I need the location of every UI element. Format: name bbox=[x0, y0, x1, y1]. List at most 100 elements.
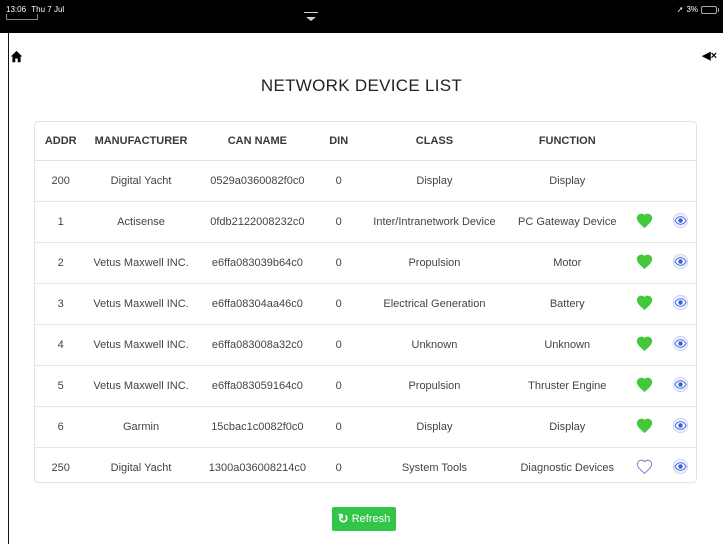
header-favorite-blank bbox=[623, 122, 666, 161]
eye-icon[interactable] bbox=[672, 335, 689, 355]
cell-favorite bbox=[623, 201, 666, 243]
cell-favorite bbox=[623, 160, 666, 202]
header-class: CLASS bbox=[358, 122, 511, 161]
heart-icon[interactable] bbox=[636, 295, 653, 313]
app-logo-fragment bbox=[6, 14, 38, 20]
header-view-blank bbox=[665, 122, 696, 161]
cell-view bbox=[665, 406, 696, 448]
table-body: 200 Digital Yacht 0529a0360082f0c0 0 Display… bbox=[35, 160, 696, 482]
cell-can-name: e6ffa08304aa46c0 bbox=[195, 283, 320, 325]
cell-can-name: 0529a0360082f0c0 bbox=[195, 160, 320, 202]
cell-manufacturer: Garmin bbox=[86, 406, 196, 448]
table-row[interactable]: 3 Vetus Maxwell INC. e6ffa08304aa46c0 0 Elec… bbox=[35, 283, 696, 325]
cell-view bbox=[665, 447, 696, 482]
cell-class: Propulsion bbox=[358, 242, 511, 284]
cell-can-name: e6ffa083039b64c0 bbox=[195, 242, 320, 284]
cell-function: Diagnostic Devices bbox=[510, 447, 624, 482]
eye-icon[interactable] bbox=[672, 294, 689, 314]
cell-favorite bbox=[623, 406, 666, 448]
cell-addr: 6 bbox=[35, 406, 87, 448]
refresh-label: Refresh bbox=[351, 513, 391, 525]
eye-icon[interactable] bbox=[672, 212, 689, 232]
eye-icon[interactable] bbox=[672, 253, 689, 273]
cell-function: Display bbox=[510, 406, 624, 448]
eye-icon[interactable] bbox=[672, 417, 689, 437]
cell-din: 0 bbox=[319, 201, 359, 243]
heart-icon[interactable] bbox=[636, 254, 653, 272]
status-time: 13:06 Thu 7 Jul bbox=[6, 5, 64, 14]
cell-class: Display bbox=[358, 406, 511, 448]
page-title: NETWORK DEVICE LIST bbox=[260, 76, 463, 95]
device-table: ADDR MANUFACTURER CAN NAME DIN CLASS FUN… bbox=[35, 122, 696, 482]
table-row[interactable]: 200 Digital Yacht 0529a0360082f0c0 0 Display… bbox=[35, 160, 696, 202]
cell-function: Unknown bbox=[510, 324, 624, 366]
cell-view bbox=[665, 324, 696, 366]
refresh-button[interactable]: ↻ Refresh bbox=[332, 507, 396, 531]
cell-view bbox=[665, 283, 696, 325]
cell-addr: 1 bbox=[35, 201, 87, 243]
table-row[interactable]: 250 Digital Yacht 1300a036008214c0 0 System … bbox=[35, 447, 696, 482]
heart-icon[interactable] bbox=[636, 377, 653, 395]
cell-addr: 4 bbox=[35, 324, 87, 366]
cell-can-name: 1300a036008214c0 bbox=[195, 447, 320, 482]
cell-favorite bbox=[623, 365, 666, 407]
cell-din: 0 bbox=[319, 324, 359, 366]
heart-icon[interactable] bbox=[636, 459, 653, 477]
cell-can-name: e6ffa083008a32c0 bbox=[195, 324, 320, 366]
cell-view bbox=[665, 160, 696, 202]
header-can-name: CAN NAME bbox=[195, 122, 320, 161]
cell-din: 0 bbox=[319, 365, 359, 407]
table-row[interactable]: 6 Garmin 15cbac1c0082f0c0 0 Display Display bbox=[35, 406, 696, 448]
heart-icon[interactable] bbox=[636, 213, 653, 231]
cell-addr: 250 bbox=[35, 447, 87, 482]
header-manufacturer: MANUFACTURER bbox=[86, 122, 196, 161]
cell-can-name: 0fdb2122008232c0 bbox=[195, 201, 320, 243]
cell-favorite bbox=[623, 242, 666, 284]
cell-din: 0 bbox=[319, 242, 359, 284]
device-table-card: ADDR MANUFACTURER CAN NAME DIN CLASS FUN… bbox=[34, 121, 697, 483]
cell-class: Unknown bbox=[358, 324, 511, 366]
cell-can-name: 15cbac1c0082f0c0 bbox=[195, 406, 320, 448]
cell-function: Thruster Engine bbox=[510, 365, 624, 407]
cell-function: Display bbox=[510, 160, 624, 202]
eye-icon[interactable] bbox=[672, 458, 689, 478]
pull-down-handle-icon[interactable] bbox=[304, 12, 318, 21]
cell-view bbox=[665, 242, 696, 284]
table-row[interactable]: 2 Vetus Maxwell INC. e6ffa083039b64c0 0 Prop… bbox=[35, 242, 696, 284]
cell-manufacturer: Vetus Maxwell INC. bbox=[86, 324, 196, 366]
cell-manufacturer: Vetus Maxwell INC. bbox=[86, 242, 196, 284]
speaker-mute-icon[interactable]: ◀× bbox=[702, 49, 717, 62]
cell-din: 0 bbox=[319, 406, 359, 448]
battery-percent: 3% bbox=[686, 5, 698, 14]
heart-icon[interactable] bbox=[636, 336, 653, 354]
cell-function: PC Gateway Device bbox=[510, 201, 624, 243]
cell-manufacturer: Vetus Maxwell INC. bbox=[86, 365, 196, 407]
cell-favorite bbox=[623, 447, 666, 482]
status-date-text: Thu 7 Jul bbox=[31, 5, 65, 14]
cell-view bbox=[665, 201, 696, 243]
cell-class: Propulsion bbox=[358, 365, 511, 407]
home-icon[interactable] bbox=[10, 50, 23, 63]
cell-manufacturer: Vetus Maxwell INC. bbox=[86, 283, 196, 325]
battery-icon bbox=[701, 5, 719, 14]
refresh-icon: ↻ bbox=[337, 511, 349, 526]
status-time-text: 13:06 bbox=[6, 5, 27, 14]
heart-icon[interactable] bbox=[636, 418, 653, 436]
table-row[interactable]: 1 Actisense 0fdb2122008232c0 0 Inter/Intrane… bbox=[35, 201, 696, 243]
cell-din: 0 bbox=[319, 160, 359, 202]
table-row[interactable]: 5 Vetus Maxwell INC. e6ffa083059164c0 0 Prop… bbox=[35, 365, 696, 407]
cell-addr: 2 bbox=[35, 242, 87, 284]
table-row[interactable]: 4 Vetus Maxwell INC. e6ffa083008a32c0 0 Unkn… bbox=[35, 324, 696, 366]
cell-class: Display bbox=[358, 160, 511, 202]
cell-favorite bbox=[623, 283, 666, 325]
cell-view bbox=[665, 365, 696, 407]
cell-manufacturer: Digital Yacht bbox=[86, 160, 196, 202]
location-icon: ➚ bbox=[676, 5, 684, 14]
eye-icon[interactable] bbox=[672, 376, 689, 396]
cell-din: 0 bbox=[319, 283, 359, 325]
cell-addr: 3 bbox=[35, 283, 87, 325]
header-addr: ADDR bbox=[35, 122, 87, 161]
status-bar: 13:06 Thu 7 Jul ➚ 3% bbox=[0, 0, 723, 33]
table-header-row: ADDR MANUFACTURER CAN NAME DIN CLASS FUN… bbox=[35, 122, 696, 161]
cell-din: 0 bbox=[319, 447, 359, 482]
